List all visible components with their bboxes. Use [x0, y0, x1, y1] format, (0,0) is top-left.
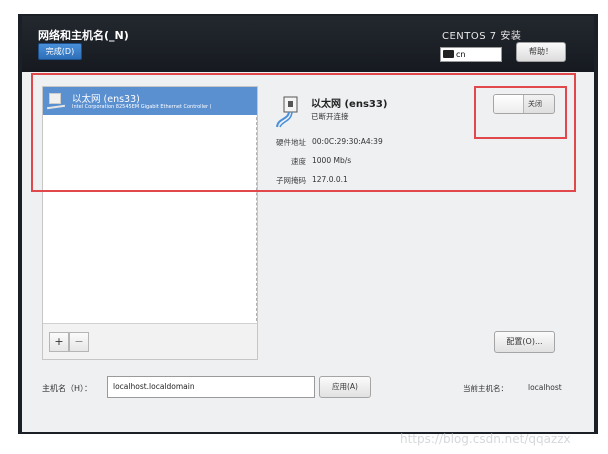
current-hostname-label: 当前主机名：	[463, 384, 508, 393]
header-bar: 网络和主机名(_N) 完成(D) CENTOS 7 安装 cn 帮助！	[22, 16, 594, 72]
apply-button[interactable]: 应用(A)	[319, 376, 371, 398]
add-connection-button[interactable]: +	[49, 332, 69, 352]
current-hostname-value: localhost	[528, 383, 562, 392]
annotation-toggle-box	[474, 86, 567, 139]
watermark-text: https://blog.csdn.net/qqazzx	[400, 432, 571, 446]
keyboard-layout-label: cn	[456, 50, 466, 59]
hostname-label: 主机名（H）：	[42, 384, 93, 393]
install-title: CENTOS 7 安装	[442, 31, 522, 42]
keyboard-icon	[443, 50, 454, 58]
hostname-input[interactable]: localhost.localdomain	[107, 376, 315, 398]
list-toolbar: + −	[43, 323, 257, 359]
page-title: 网络和主机名(_N)	[38, 29, 129, 42]
remove-connection-button[interactable]: −	[69, 332, 89, 352]
configure-button[interactable]: 配置(O)...	[494, 331, 555, 353]
keyboard-layout-indicator[interactable]: cn	[440, 47, 502, 62]
done-button[interactable]: 完成(D)	[38, 43, 82, 60]
help-button[interactable]: 帮助！	[516, 42, 566, 62]
